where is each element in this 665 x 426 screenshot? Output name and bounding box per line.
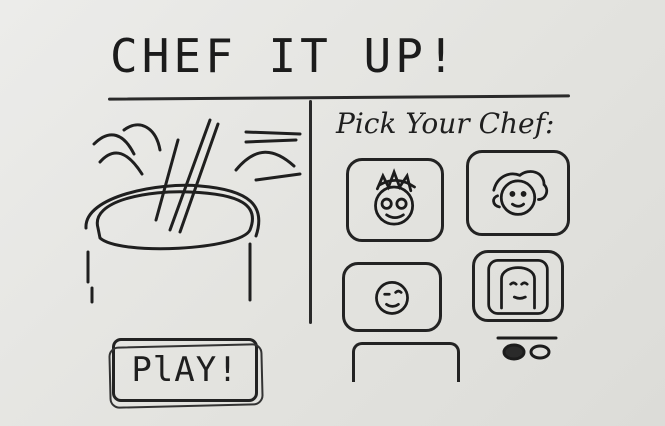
chef-option-1[interactable]	[346, 158, 444, 242]
chef-face-curly-hair-icon	[492, 170, 549, 216]
pick-your-chef-heading: Pick Your Chef:	[336, 107, 555, 140]
chef-option-2[interactable]	[466, 150, 570, 236]
chef-option-3[interactable]	[342, 262, 442, 332]
chef-face-winking-icon	[375, 281, 409, 315]
play-button-label: PlAY!	[131, 350, 239, 390]
chef-option-5[interactable]	[352, 342, 460, 382]
chef-face-spiky-hair-icon	[374, 168, 416, 226]
play-button[interactable]: PlAY!	[112, 338, 258, 402]
cooking-pot-icon	[84, 118, 302, 304]
chef-option-6[interactable]	[492, 330, 562, 366]
game-title: CHEF IT UP!	[110, 29, 459, 83]
chef-face-long-hair-icon	[487, 258, 549, 315]
chef-option-4[interactable]	[472, 250, 564, 322]
chef-face-partial-icon	[496, 336, 558, 361]
